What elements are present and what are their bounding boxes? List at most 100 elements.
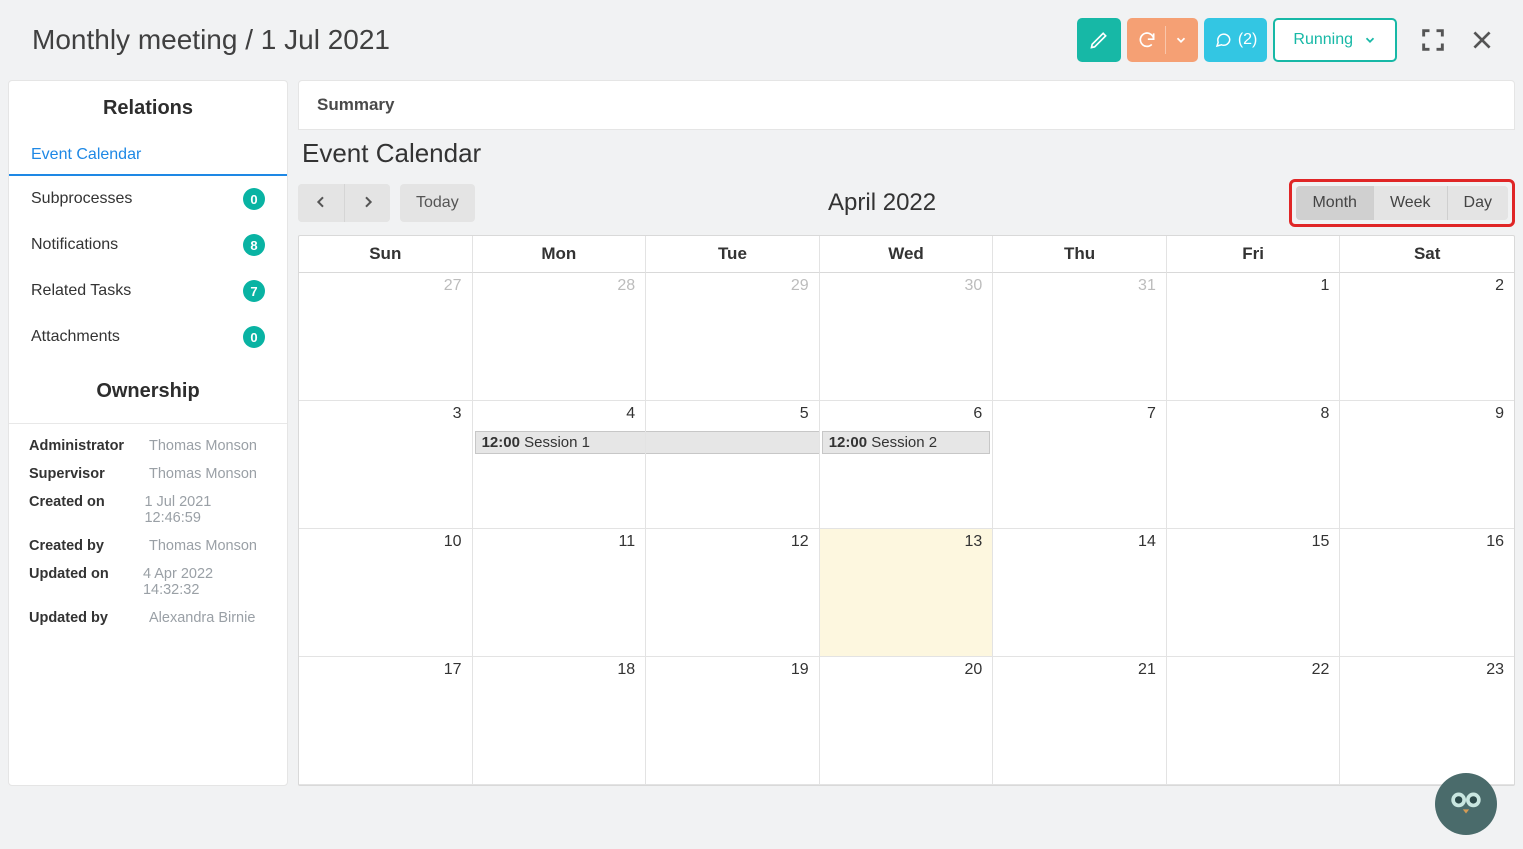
calendar-day-cell[interactable]: 15 bbox=[1167, 529, 1341, 657]
current-month-label: April 2022 bbox=[475, 189, 1290, 217]
panel-title: Event Calendar bbox=[298, 134, 1515, 179]
ownership-key: Administrator bbox=[29, 438, 149, 454]
sidebar-item-attachments[interactable]: Attachments 0 bbox=[9, 314, 287, 360]
calendar-day-cell[interactable]: 1 bbox=[1167, 273, 1341, 401]
calendar-day-cell[interactable]: 20 bbox=[820, 657, 994, 785]
today-button[interactable]: Today bbox=[400, 184, 475, 222]
calendar-day-cell[interactable]: 7 bbox=[993, 401, 1167, 529]
calendar-day-cell[interactable]: 12 bbox=[646, 529, 820, 657]
calendar-day-cell[interactable]: 17 bbox=[299, 657, 473, 785]
calendar-day-cell[interactable]: 14 bbox=[993, 529, 1167, 657]
calendar-day-cell[interactable]: 4 12:00 Session 1 bbox=[473, 401, 647, 529]
calendar-day-cell[interactable]: 2 bbox=[1340, 273, 1514, 401]
calendar-day-cell[interactable]: 13 bbox=[820, 529, 994, 657]
day-number: 28 bbox=[617, 277, 635, 295]
help-avatar[interactable] bbox=[1435, 773, 1497, 835]
ownership-heading: Ownership bbox=[9, 360, 287, 417]
calendar-day-cell[interactable]: 21 bbox=[993, 657, 1167, 785]
close-button[interactable] bbox=[1469, 27, 1495, 53]
day-number: 14 bbox=[1138, 533, 1156, 551]
day-number: 19 bbox=[791, 661, 809, 679]
comments-button[interactable]: (2) bbox=[1204, 18, 1268, 62]
calendar-day-cell[interactable]: 9 bbox=[1340, 401, 1514, 529]
day-number: 6 bbox=[973, 405, 982, 423]
view-toggle-highlight: Month Week Day bbox=[1289, 179, 1515, 227]
calendar-event-continuation[interactable] bbox=[646, 431, 820, 454]
calendar-day-cell[interactable]: 23 bbox=[1340, 657, 1514, 785]
ownership-row: Updated byAlexandra Birnie bbox=[29, 604, 267, 632]
view-week-button[interactable]: Week bbox=[1373, 186, 1447, 220]
ownership-row: Updated on4 Apr 2022 14:32:32 bbox=[29, 560, 267, 604]
calendar-day-cell[interactable]: 22 bbox=[1167, 657, 1341, 785]
calendar-day-cell[interactable]: 27 bbox=[299, 273, 473, 401]
calendar-grid: SunMonTueWedThuFriSat 2728293031123412:0… bbox=[298, 235, 1515, 786]
ownership-value: Thomas Monson bbox=[149, 466, 257, 482]
day-number: 7 bbox=[1147, 405, 1156, 423]
sidebar-item-related-tasks[interactable]: Related Tasks 7 bbox=[9, 268, 287, 314]
day-number: 29 bbox=[791, 277, 809, 295]
day-header: Sat bbox=[1340, 236, 1514, 273]
status-label: Running bbox=[1293, 31, 1353, 49]
calendar-day-cell[interactable]: 16 bbox=[1340, 529, 1514, 657]
ownership-row: Created byThomas Monson bbox=[29, 532, 267, 560]
day-number: 13 bbox=[964, 533, 982, 551]
day-header: Mon bbox=[473, 236, 647, 273]
calendar-day-cell[interactable]: 18 bbox=[473, 657, 647, 785]
chevron-down-icon bbox=[1363, 33, 1377, 47]
chevron-right-icon bbox=[360, 194, 376, 213]
calendar-day-cell[interactable]: 28 bbox=[473, 273, 647, 401]
chevron-left-icon bbox=[313, 194, 329, 213]
day-number: 20 bbox=[964, 661, 982, 679]
calendar-day-cell[interactable]: 8 bbox=[1167, 401, 1341, 529]
refresh-icon bbox=[1137, 30, 1157, 50]
chevron-down-icon bbox=[1174, 33, 1188, 47]
close-icon bbox=[1469, 27, 1495, 53]
calendar-day-cell[interactable]: 29 bbox=[646, 273, 820, 401]
fullscreen-button[interactable] bbox=[1419, 26, 1447, 54]
calendar-day-cell[interactable]: 31 bbox=[993, 273, 1167, 401]
sidebar-item-subprocesses[interactable]: Subprocesses 0 bbox=[9, 176, 287, 222]
refresh-dropdown-button[interactable] bbox=[1127, 18, 1198, 62]
calendar-event[interactable]: 12:00 Session 2 bbox=[822, 431, 991, 454]
next-month-button[interactable] bbox=[344, 184, 390, 222]
day-number: 2 bbox=[1495, 277, 1504, 295]
day-header: Fri bbox=[1167, 236, 1341, 273]
fullscreen-icon bbox=[1419, 26, 1447, 54]
owl-icon bbox=[1445, 781, 1487, 828]
calendar-day-cell[interactable]: 6 12:00 Session 2 bbox=[820, 401, 994, 529]
ownership-key: Supervisor bbox=[29, 466, 149, 482]
view-day-button[interactable]: Day bbox=[1447, 186, 1508, 220]
day-number: 15 bbox=[1312, 533, 1330, 551]
day-number: 18 bbox=[617, 661, 635, 679]
calendar-day-cell[interactable]: 30 bbox=[820, 273, 994, 401]
calendar-event[interactable]: 12:00 Session 1 bbox=[475, 431, 647, 454]
ownership-row: AdministratorThomas Monson bbox=[29, 432, 267, 460]
calendar-day-cell[interactable]: 11 bbox=[473, 529, 647, 657]
day-number: 5 bbox=[800, 405, 809, 423]
day-number: 1 bbox=[1321, 277, 1330, 295]
calendar-day-cell[interactable]: 3 bbox=[299, 401, 473, 529]
ownership-value: Thomas Monson bbox=[149, 438, 257, 454]
ownership-key: Created on bbox=[29, 494, 144, 526]
calendar-day-cell[interactable]: 10 bbox=[299, 529, 473, 657]
pencil-icon bbox=[1089, 30, 1109, 50]
day-number: 8 bbox=[1321, 405, 1330, 423]
ownership-row: Created on1 Jul 2021 12:46:59 bbox=[29, 488, 267, 532]
sidebar-item-notifications[interactable]: Notifications 8 bbox=[9, 222, 287, 268]
tab-summary[interactable]: Summary bbox=[298, 80, 1515, 130]
ownership-value: Alexandra Birnie bbox=[149, 610, 255, 626]
status-dropdown-button[interactable]: Running bbox=[1273, 18, 1397, 62]
ownership-value: 1 Jul 2021 12:46:59 bbox=[144, 494, 267, 526]
calendar-day-cell[interactable]: 5 bbox=[646, 401, 820, 529]
day-header: Sun bbox=[299, 236, 473, 273]
calendar-day-cell[interactable]: 19 bbox=[646, 657, 820, 785]
sidebar-item-event-calendar[interactable]: Event Calendar bbox=[9, 134, 287, 176]
day-number: 4 bbox=[626, 405, 635, 423]
view-month-button[interactable]: Month bbox=[1296, 186, 1372, 220]
page-title: Monthly meeting / 1 Jul 2021 bbox=[32, 24, 390, 56]
day-number: 23 bbox=[1486, 661, 1504, 679]
edit-button[interactable] bbox=[1077, 18, 1121, 62]
prev-month-button[interactable] bbox=[298, 184, 344, 222]
ownership-key: Updated on bbox=[29, 566, 143, 598]
main-panel: Summary Event Calendar bbox=[298, 80, 1515, 786]
